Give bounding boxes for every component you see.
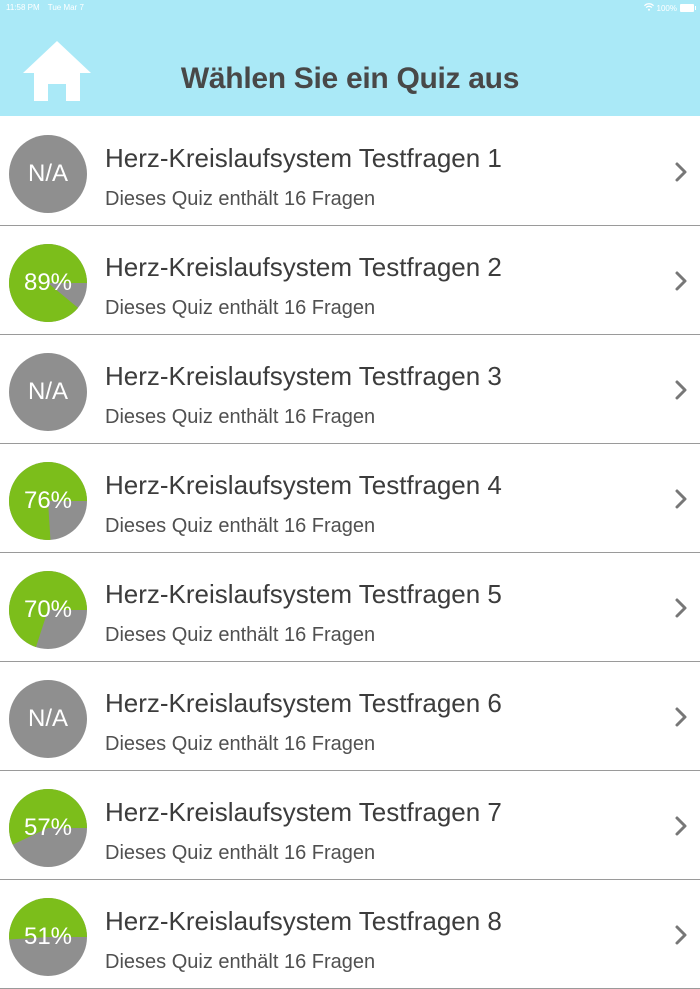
quiz-question-count: Dieses Quiz enthält 16 Fragen xyxy=(105,951,376,973)
score-label: 70% xyxy=(23,596,73,623)
chevron-right-icon xyxy=(674,270,688,292)
score-pie-chart: N/A xyxy=(9,680,87,758)
quiz-title: Herz-Kreislaufsystem Testfragen 7 xyxy=(105,797,502,827)
quiz-title: Herz-Kreislaufsystem Testfragen 2 xyxy=(105,252,502,282)
status-time: 11:58 PM xyxy=(6,3,40,12)
status-bar: 11:58 PM Tue Mar 7 100% xyxy=(0,0,700,14)
quiz-question-count: Dieses Quiz enthält 16 Fragen xyxy=(105,188,376,210)
quiz-title: Herz-Kreislaufsystem Testfragen 3 xyxy=(105,361,502,391)
status-date: Tue Mar 7 xyxy=(47,3,84,12)
quiz-question-count: Dieses Quiz enthält 16 Fragen xyxy=(105,624,376,646)
chevron-right-icon xyxy=(674,379,688,401)
header-bar: 11:58 PM Tue Mar 7 100% Wählen Sie ein Q… xyxy=(0,0,700,116)
quiz-title: Herz-Kreislaufsystem Testfragen 8 xyxy=(105,906,502,936)
quiz-question-count: Dieses Quiz enthält 16 Fragen xyxy=(105,297,376,319)
battery-icon xyxy=(680,4,696,12)
chevron-right-icon xyxy=(674,706,688,728)
quiz-question-count: Dieses Quiz enthält 16 Fragen xyxy=(105,515,376,537)
quiz-list-item[interactable]: 57% Herz-Kreislaufsystem Testfragen 7 Dies… xyxy=(0,771,700,880)
quiz-list-item[interactable]: 51% Herz-Kreislaufsystem Testfragen 8 Dies… xyxy=(0,880,700,989)
quiz-question-count: Dieses Quiz enthält 16 Fragen xyxy=(105,406,376,428)
score-pie-chart: 70% xyxy=(9,571,87,649)
score-label: 51% xyxy=(23,923,73,950)
chevron-right-icon xyxy=(674,161,688,183)
chevron-right-icon xyxy=(674,815,688,837)
quiz-question-count: Dieses Quiz enthält 16 Fragen xyxy=(105,733,376,755)
score-label: 57% xyxy=(23,814,73,841)
chevron-right-icon xyxy=(674,597,688,619)
wifi-icon xyxy=(643,3,654,13)
quiz-list-item[interactable]: 76% Herz-Kreislaufsystem Testfragen 4 Dies… xyxy=(0,444,700,553)
quiz-title: Herz-Kreislaufsystem Testfragen 5 xyxy=(105,579,502,609)
quiz-list-item[interactable]: 70% Herz-Kreislaufsystem Testfragen 5 Dies… xyxy=(0,553,700,662)
page-title: Wählen Sie ein Quiz aus xyxy=(180,62,520,95)
chevron-right-icon xyxy=(674,488,688,510)
quiz-list-item[interactable]: N/A Herz-Kreislaufsystem Testfragen 3 Dies… xyxy=(0,335,700,444)
quiz-list-item[interactable]: N/A Herz-Kreislaufsystem Testfragen 1 Dies… xyxy=(0,117,700,226)
quiz-title: Herz-Kreislaufsystem Testfragen 1 xyxy=(105,143,502,173)
score-label: 76% xyxy=(23,487,73,514)
battery-percent: 100% xyxy=(656,3,677,13)
quiz-list-item[interactable]: N/A Herz-Kreislaufsystem Testfragen 6 Dies… xyxy=(0,662,700,771)
score-pie-chart: N/A xyxy=(9,135,87,213)
quiz-title: Herz-Kreislaufsystem Testfragen 4 xyxy=(105,470,502,500)
score-label: N/A xyxy=(27,160,68,187)
quiz-question-count: Dieses Quiz enthält 16 Fragen xyxy=(105,842,376,864)
score-label: 89% xyxy=(23,269,73,296)
score-pie-chart: 57% xyxy=(9,789,87,867)
score-label: N/A xyxy=(27,705,68,732)
score-label: N/A xyxy=(27,378,68,405)
score-pie-chart: N/A xyxy=(9,353,87,431)
score-pie-chart: 89% xyxy=(9,244,87,322)
score-pie-chart: 51% xyxy=(9,898,87,976)
quiz-list-item[interactable]: 89% Herz-Kreislaufsystem Testfragen 2 Dies… xyxy=(0,226,700,335)
score-pie-chart: 76% xyxy=(9,462,87,540)
quiz-list: N/A Herz-Kreislaufsystem Testfragen 1 Dies… xyxy=(0,117,700,989)
chevron-right-icon xyxy=(674,924,688,946)
quiz-title: Herz-Kreislaufsystem Testfragen 6 xyxy=(105,688,502,718)
